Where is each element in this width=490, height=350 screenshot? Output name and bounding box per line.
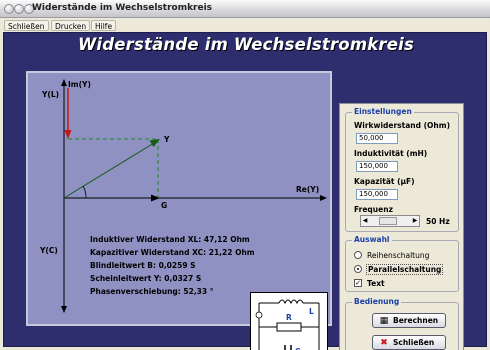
axis-label-re: Re(Y) — [296, 185, 320, 194]
main-content: Widerstände im Wechselstromkreis Im(Y) Y… — [3, 32, 487, 350]
auswahl-group-title: Auswahl — [352, 235, 392, 244]
freq-value: 50 Hz — [426, 217, 450, 226]
slider-right-icon[interactable]: ▶ — [411, 216, 419, 226]
slider-left-icon[interactable]: ◀ — [361, 216, 369, 226]
vector-label-y: Y — [164, 135, 170, 144]
schliessen-button[interactable]: ✖ Schließen — [372, 335, 446, 350]
kap-input[interactable]: 150,000 — [356, 189, 398, 200]
circuit-label-r: R — [286, 313, 292, 322]
freq-label: Frequenz — [354, 205, 393, 214]
ind-input[interactable]: 150,000 — [356, 161, 398, 172]
schliessen-label: Schließen — [393, 338, 435, 347]
settings-group-title: Einstellungen — [352, 107, 414, 116]
ind-label: Induktivität (mH) — [354, 149, 428, 158]
page-heading: Widerstände im Wechselstromkreis — [77, 35, 414, 54]
menu-schliessen[interactable]: Schließen — [4, 20, 49, 31]
freq-slider[interactable]: ◀ ▶ — [360, 215, 420, 227]
window-title: Widerstände im Wechselstromkreis — [32, 3, 213, 13]
close-window-icon[interactable] — [4, 4, 14, 14]
title-bar: Widerstände im Wechselstromkreis — [0, 0, 490, 18]
circuit-schematic: L R C — [250, 292, 328, 350]
result-y: Scheinleitwert Y: 0,0327 S — [90, 274, 202, 283]
vector-label-g: G — [161, 201, 168, 210]
wirk-label: Wirkwiderstand (Ohm) — [354, 121, 450, 130]
berechnen-button[interactable]: ▦ Berechnen — [372, 313, 446, 328]
reihen-radio[interactable] — [354, 251, 362, 259]
axis-label-yl: Y(L) — [42, 90, 60, 99]
result-phase: Phasenverschiebung: 52,33 ° — [90, 287, 214, 296]
slider-thumb[interactable] — [379, 217, 397, 225]
minimize-window-icon[interactable] — [14, 4, 24, 14]
text-label[interactable]: Text — [367, 279, 385, 288]
menu-drucken[interactable]: Drucken — [51, 20, 91, 31]
result-xl: Induktiver Widerstand XL: 47,12 Ohm — [90, 235, 250, 244]
axis-label-im: Im(Y) — [68, 80, 91, 89]
reihen-label[interactable]: Reihenschaltung — [367, 251, 429, 260]
result-b: Blindleitwert B: 0,0259 S — [90, 261, 196, 270]
kap-label: Kapazität (µF) — [354, 177, 415, 186]
control-panel: Einstellungen Wirkwiderstand (Ohm) 50,00… — [339, 103, 464, 350]
bedienung-group: Bedienung ▦ Berechnen ✖ Schließen — [345, 297, 459, 350]
menu-bar: Schließen Drucken Hilfe — [0, 18, 490, 32]
bedienung-group-title: Bedienung — [352, 297, 402, 306]
phasor-diagram: Im(Y) Y(L) Y Re(Y) G Y(C) Induktiver Wid… — [26, 71, 332, 326]
menu-hilfe[interactable]: Hilfe — [91, 20, 117, 31]
parallel-label[interactable]: Parallelschaltung — [366, 264, 444, 275]
circuit-label-l: L — [309, 307, 314, 316]
close-x-icon: ✖ — [380, 338, 388, 348]
result-xc: Kapazitiver Widerstand XC: 21,22 Ohm — [90, 248, 255, 257]
wirk-input[interactable]: 50,000 — [356, 133, 398, 144]
berechnen-label: Berechnen — [393, 316, 439, 325]
text-checkbox[interactable]: ✓ — [354, 279, 362, 287]
parallel-radio[interactable] — [354, 265, 362, 273]
auswahl-group: Auswahl Reihenschaltung Parallelschaltun… — [345, 235, 459, 292]
axis-label-yc: Y(C) — [40, 246, 58, 255]
settings-group: Einstellungen Wirkwiderstand (Ohm) 50,00… — [345, 107, 459, 232]
calculator-icon: ▦ — [379, 316, 389, 326]
